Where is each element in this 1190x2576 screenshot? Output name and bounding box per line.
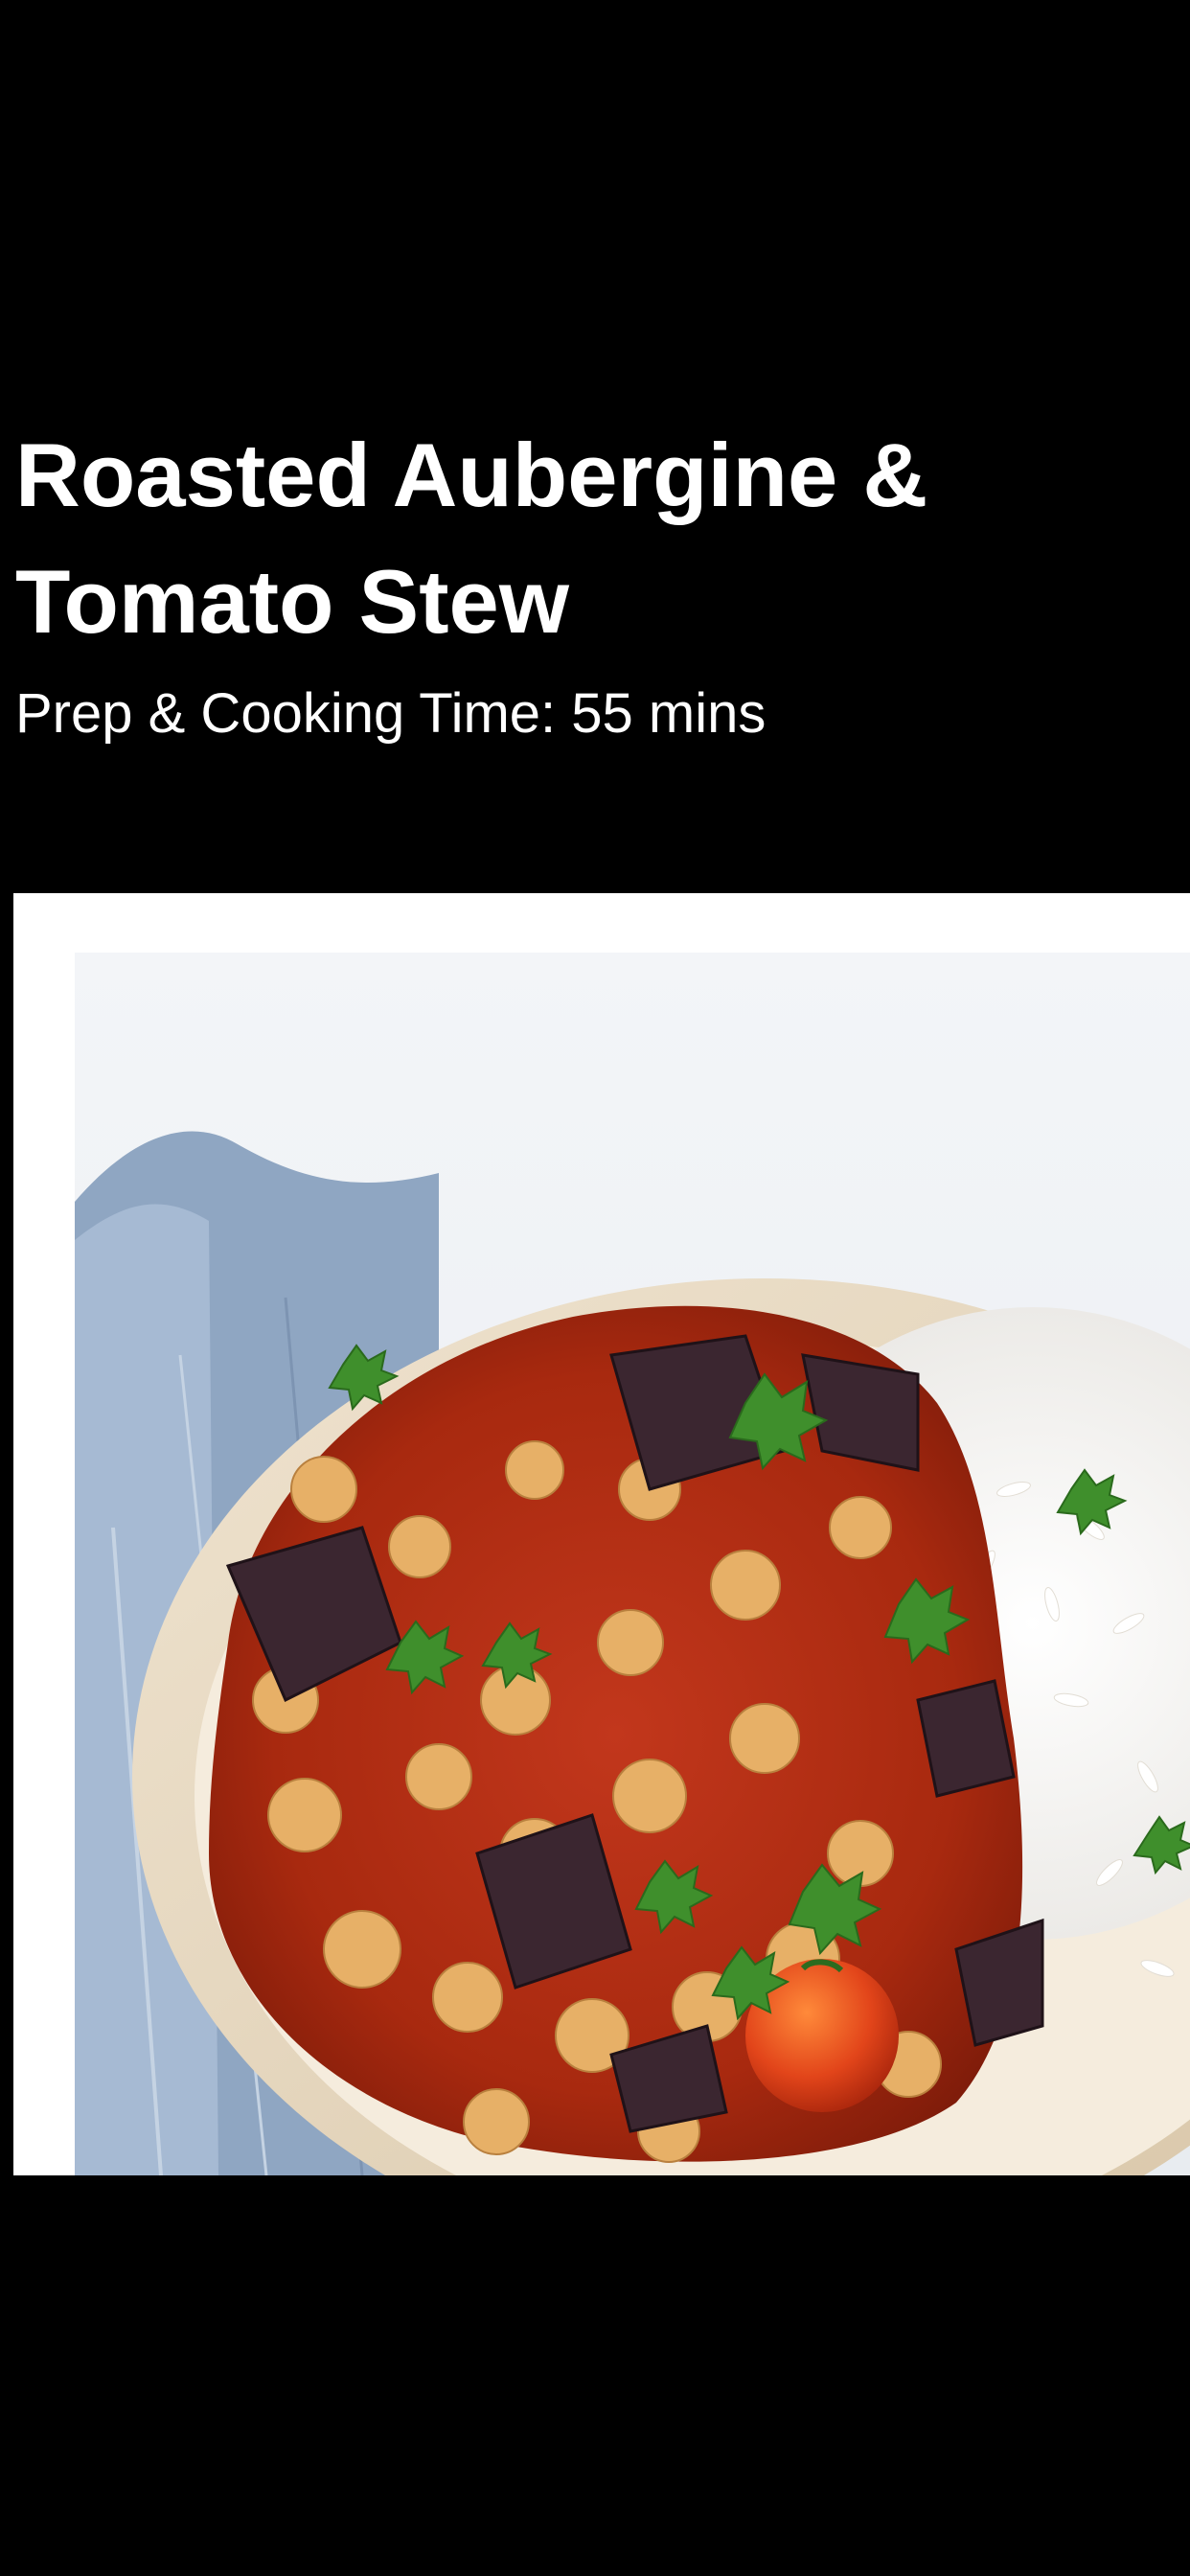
recipe-header: Roasted Aubergine & Tomato Stew Prep & C…: [15, 412, 1165, 748]
prep-time-label: Prep & Cooking Time: 55 mins: [15, 682, 767, 745]
recipe-title: Roasted Aubergine & Tomato Stew: [15, 425, 928, 652]
stew-bowl-illustration: [75, 953, 1190, 2175]
recipe-screen: Roasted Aubergine & Tomato Stew Prep & C…: [0, 0, 1190, 2576]
recipe-photo-card[interactable]: [13, 893, 1190, 2175]
recipe-photo: [75, 953, 1190, 2175]
